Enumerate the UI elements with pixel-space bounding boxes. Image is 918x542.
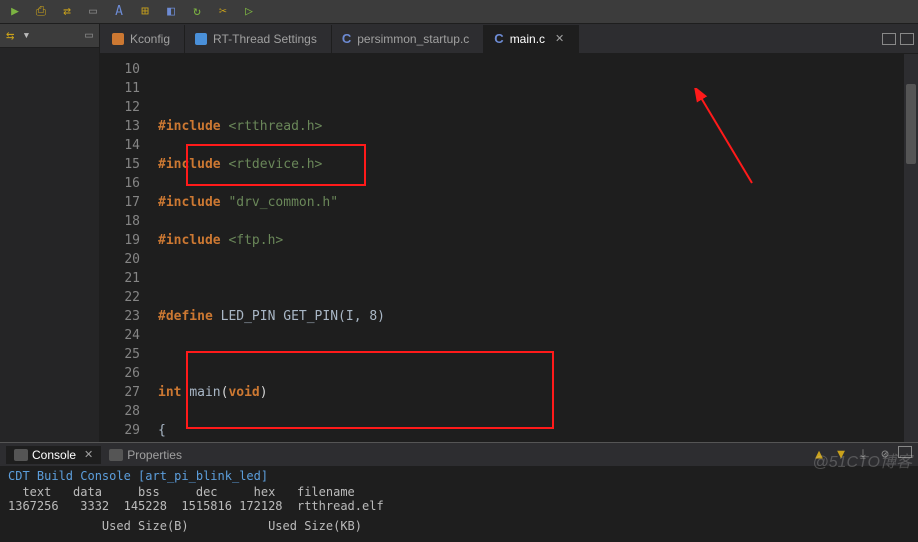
console-tab[interactable]: Console ✕ [6, 446, 101, 464]
editor-window-controls [882, 33, 914, 45]
tab-label: persimmon_startup.c [357, 32, 469, 46]
tb-refresh-icon[interactable]: ↻ [188, 3, 206, 21]
c-file-icon: C [342, 31, 351, 46]
maximize-icon[interactable] [900, 33, 914, 45]
minimize-icon[interactable] [882, 33, 896, 45]
tb-cut-icon[interactable]: ✂ [214, 3, 232, 21]
editor-tabs: Kconfig RT-Thread Settings Cpersimmon_st… [100, 24, 918, 54]
tab-label: Kconfig [130, 32, 170, 46]
console-data-row: 1367256 3332 145228 1515816 172128 rtthr… [8, 499, 910, 513]
tb-a-icon[interactable]: A [110, 3, 128, 21]
console-tab-label: Console [32, 448, 76, 462]
tab-label: RT-Thread Settings [213, 32, 317, 46]
sync-icon[interactable]: ⇆ [6, 28, 14, 44]
console-tabs: Console✕ Properties ▲ ▼ ⤓ ⊘ [0, 443, 918, 467]
tb-switch-icon[interactable]: ⇄ [58, 3, 76, 21]
console-header-row: text data bss dec hex filename [8, 485, 910, 499]
watermark: @51CTO博客 [812, 448, 912, 472]
tab-persimmon-startup[interactable]: Cpersimmon_startup.c [332, 25, 484, 53]
chevron-down-icon[interactable]: ▾ [22, 28, 30, 43]
tab-kconfig[interactable]: Kconfig [102, 25, 185, 53]
tab-main-c[interactable]: Cmain.c ✕ [484, 25, 579, 53]
console-title: CDT Build Console [art_pi_blink_led] [8, 469, 910, 483]
tb-play-icon[interactable]: ▷ [240, 3, 258, 21]
console-panel: Console✕ Properties ▲ ▼ ⤓ ⊘ CDT Build Co… [0, 442, 918, 542]
tb-snap-icon[interactable]: ◧ [162, 3, 180, 21]
close-icon[interactable]: ✕ [84, 448, 93, 461]
console-foot-row: Used Size(B) Used Size(KB) [8, 519, 910, 533]
sidebar: ⇆ ▾ ▭ [0, 24, 100, 442]
line-gutter: 1011121314151617181920212223242526272829… [100, 54, 150, 442]
console-icon [14, 449, 28, 461]
tb-term-icon[interactable]: ▭ [84, 3, 102, 21]
top-toolbar: ▶ ⎙ ⇄ ▭ A ⊞ ◧ ↻ ✂ ▷ [0, 0, 918, 24]
scrollbar-thumb[interactable] [906, 84, 916, 164]
properties-icon [109, 449, 123, 461]
settings-icon [195, 33, 207, 45]
nav-icon[interactable]: ▭ [85, 28, 93, 43]
properties-tab[interactable]: Properties [101, 446, 190, 464]
properties-tab-label: Properties [127, 448, 182, 462]
c-file-icon: C [494, 31, 503, 46]
tb-save-icon[interactable]: ⎙ [32, 3, 50, 21]
sidebar-toolbar: ⇆ ▾ ▭ [0, 24, 99, 48]
kconfig-icon [112, 33, 124, 45]
code-editor[interactable]: 1011121314151617181920212223242526272829… [100, 54, 918, 442]
close-icon[interactable]: ✕ [555, 32, 564, 45]
vertical-scrollbar[interactable] [904, 54, 918, 442]
tb-db-icon[interactable]: ⊞ [136, 3, 154, 21]
console-body[interactable]: CDT Build Console [art_pi_blink_led] tex… [0, 467, 918, 542]
tab-rtthread-settings[interactable]: RT-Thread Settings [185, 25, 332, 53]
tab-label: main.c [510, 32, 545, 46]
code-body[interactable]: #include <rtthread.h> #include <rtdevice… [150, 54, 918, 442]
tb-debug-icon[interactable]: ▶ [6, 3, 24, 21]
